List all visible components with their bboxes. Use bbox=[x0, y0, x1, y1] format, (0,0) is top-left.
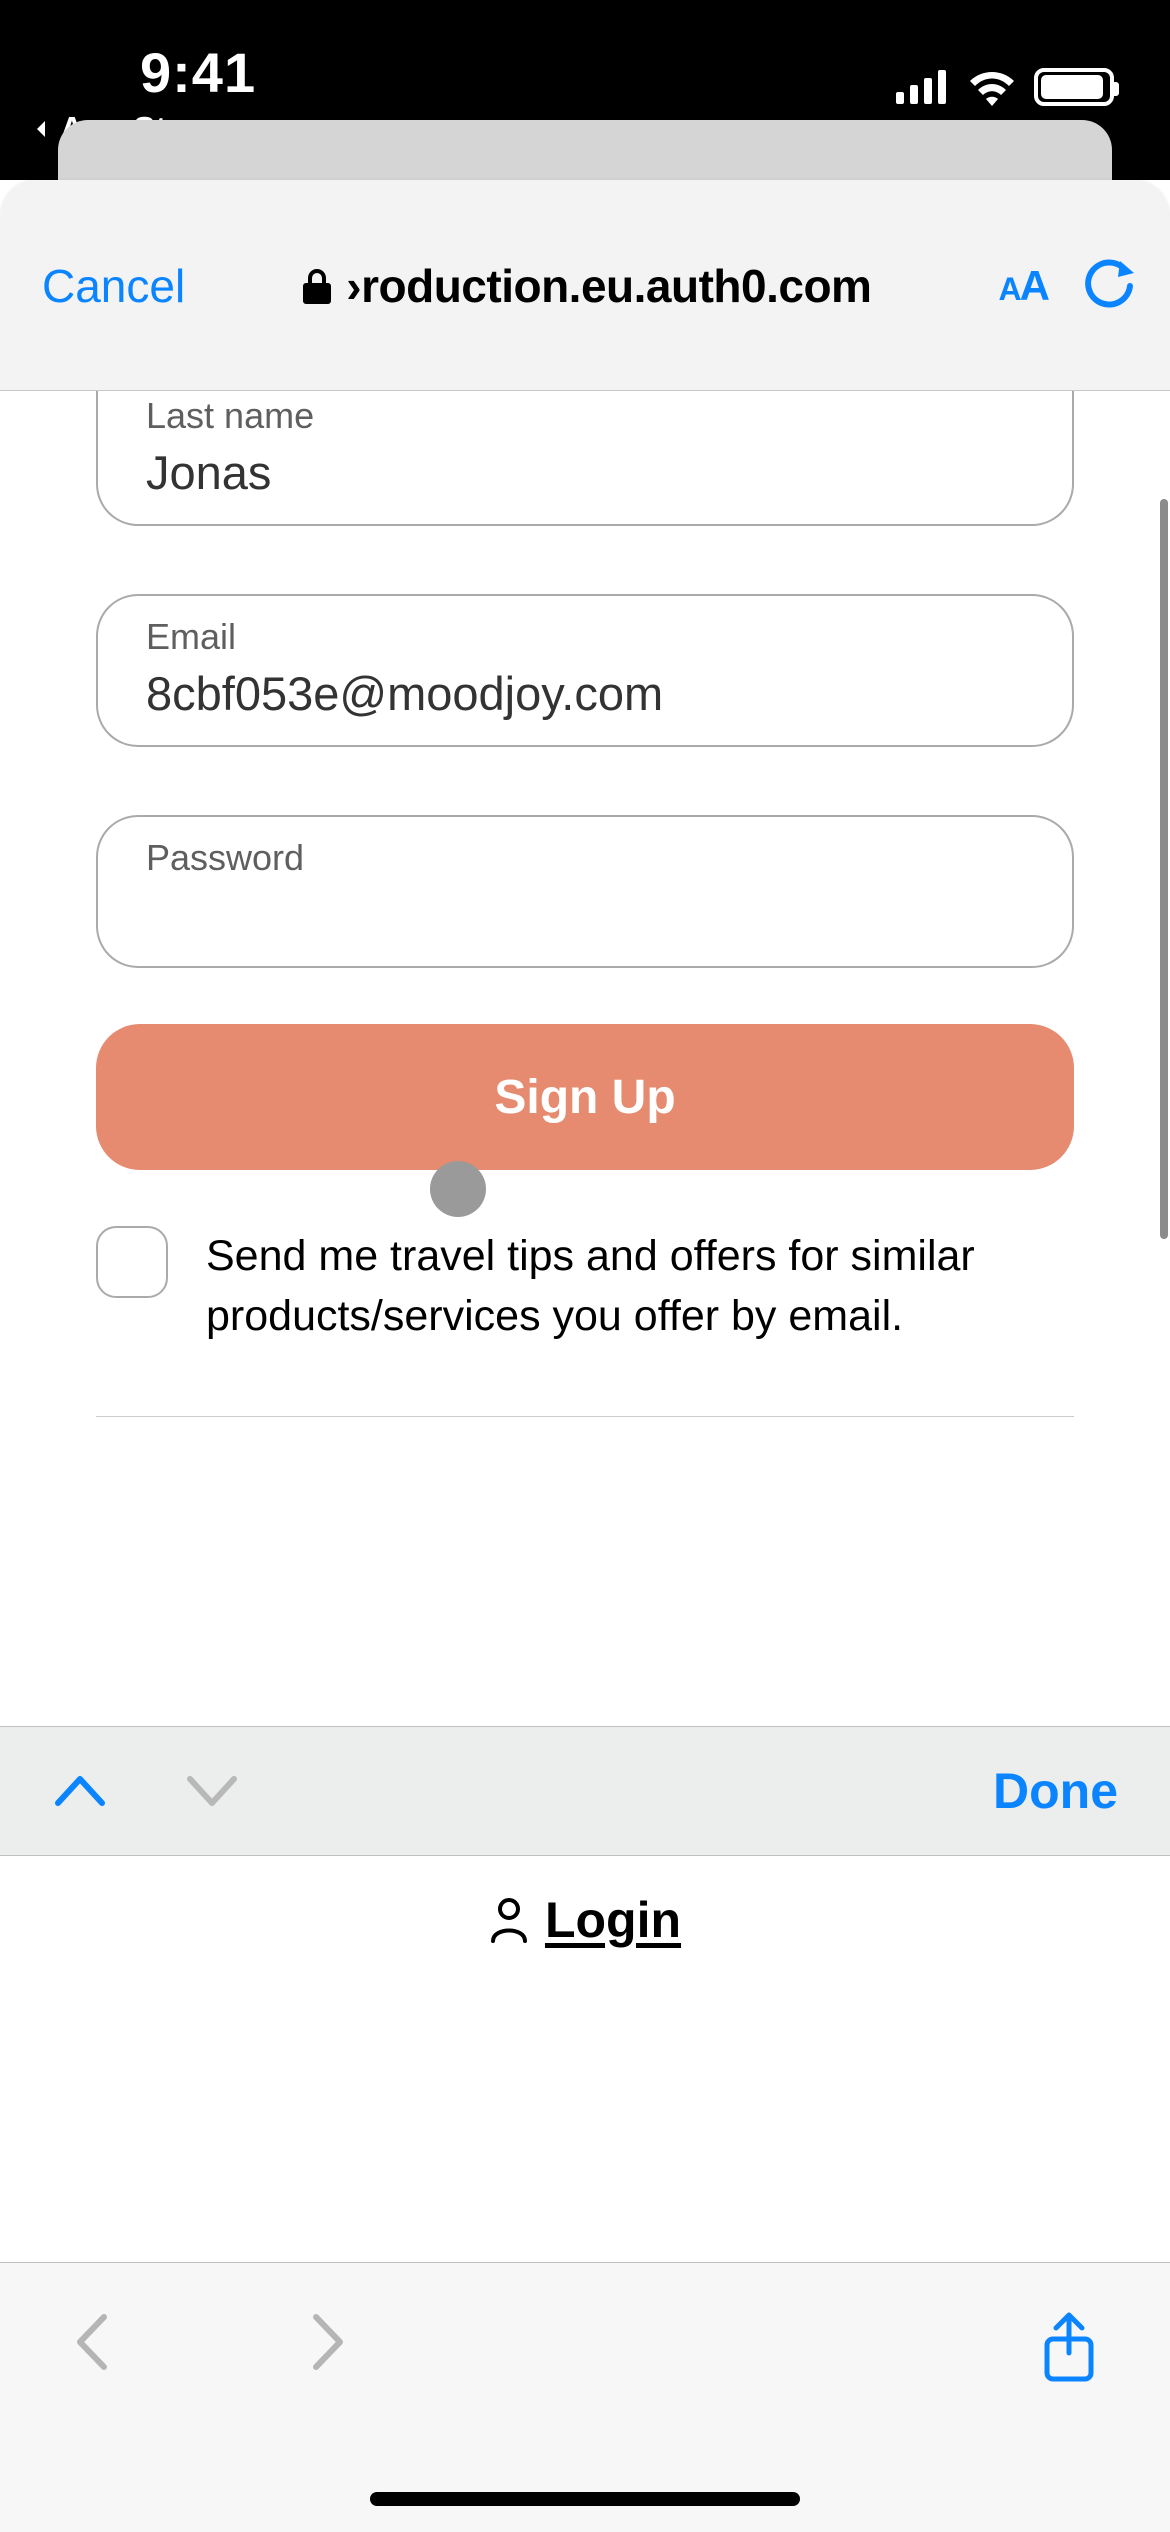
password-input[interactable] bbox=[146, 887, 1024, 942]
page-scroll-area[interactable]: Last name Email Password Sign Up Send me… bbox=[0, 391, 1170, 2400]
login-section: Login bbox=[0, 1891, 1170, 1949]
keyboard-done-button[interactable]: Done bbox=[993, 1762, 1118, 1820]
password-field-container[interactable]: Password bbox=[96, 815, 1074, 968]
login-label: Login bbox=[545, 1891, 681, 1949]
scrollbar-thumb[interactable] bbox=[1160, 499, 1168, 1239]
safari-header: Cancel ›roduction.eu.auth0.com AA bbox=[0, 180, 1170, 391]
cancel-button[interactable]: Cancel bbox=[42, 259, 185, 313]
email-field-container[interactable]: Email bbox=[96, 594, 1074, 747]
newsletter-checkbox[interactable] bbox=[96, 1226, 168, 1298]
share-button[interactable] bbox=[1040, 2311, 1098, 2385]
newsletter-checkbox-row: Send me travel tips and offers for simil… bbox=[96, 1226, 1074, 1346]
wifi-icon bbox=[966, 68, 1018, 106]
nav-forward-button[interactable] bbox=[310, 2311, 348, 2373]
cursor-indicator bbox=[430, 1161, 486, 1217]
reload-button[interactable] bbox=[1084, 259, 1134, 313]
previous-field-button[interactable] bbox=[52, 1773, 108, 1809]
sheet-underlayer bbox=[58, 120, 1112, 180]
battery-icon bbox=[1034, 68, 1114, 106]
email-label: Email bbox=[146, 616, 1024, 658]
reader-aa-button[interactable]: AA bbox=[999, 262, 1048, 310]
cellular-signal-icon bbox=[896, 70, 950, 104]
lock-icon bbox=[302, 267, 332, 305]
last-name-field-container[interactable]: Last name bbox=[96, 391, 1074, 526]
nav-back-button[interactable] bbox=[72, 2311, 110, 2373]
home-indicator[interactable] bbox=[370, 2492, 800, 2506]
newsletter-label: Send me travel tips and offers for simil… bbox=[206, 1226, 1074, 1346]
status-time: 9:41 bbox=[140, 40, 256, 105]
last-name-input[interactable] bbox=[146, 445, 1024, 500]
sign-up-button[interactable]: Sign Up bbox=[96, 1024, 1074, 1170]
page-content: Last name Email Password Sign Up Send me… bbox=[0, 391, 1170, 2532]
url-text: ›roduction.eu.auth0.com bbox=[346, 259, 871, 313]
last-name-label: Last name bbox=[146, 395, 1024, 437]
person-icon bbox=[489, 1897, 529, 1943]
safari-bottom-toolbar bbox=[0, 2262, 1170, 2532]
url-bar[interactable]: ›roduction.eu.auth0.com bbox=[193, 259, 980, 313]
next-field-button[interactable] bbox=[184, 1773, 240, 1809]
chevron-left-icon bbox=[30, 117, 54, 141]
password-label: Password bbox=[146, 837, 1024, 879]
keyboard-accessory-bar: Done bbox=[0, 1726, 1170, 1856]
email-input[interactable] bbox=[146, 666, 1024, 721]
section-divider bbox=[96, 1416, 1074, 1417]
status-right-cluster bbox=[896, 68, 1114, 106]
login-link[interactable]: Login bbox=[489, 1891, 681, 1949]
page-scrollbar[interactable] bbox=[1158, 399, 1168, 1479]
